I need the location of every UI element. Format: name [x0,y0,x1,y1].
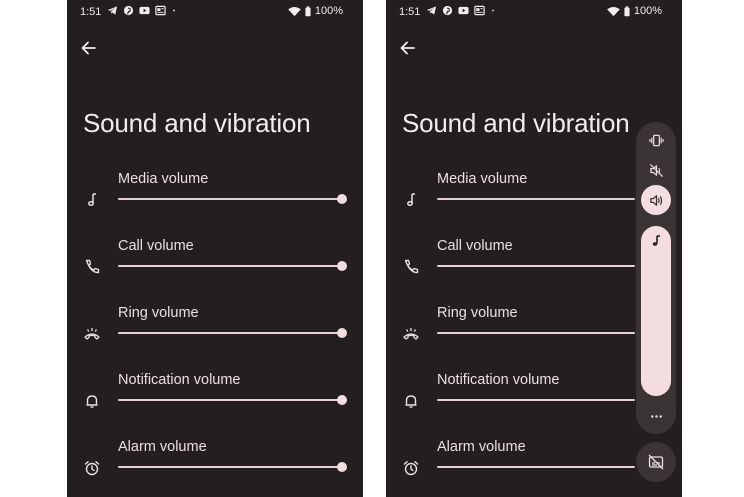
live-caption-off-icon [648,454,664,470]
alarm-icon [403,461,419,476]
music-note-icon [88,193,96,207]
phone-icon [85,259,100,274]
notification-icons [107,5,177,16]
notification-volume-label: Notification volume [437,372,560,388]
alarm-volume-label: Alarm volume [437,439,526,455]
alarm-volume-label: Alarm volume [118,439,207,455]
notification-volume-row: Notification volume [67,372,363,422]
notification-volume-slider[interactable] [437,399,635,401]
mute-icon [649,163,663,177]
wifi-icon [288,6,301,16]
media-volume-slider[interactable] [437,198,635,200]
ring-volume-thumb[interactable] [337,328,347,338]
mute-button[interactable] [644,158,668,182]
call-volume-slider[interactable] [437,265,635,267]
notification-volume-label: Notification volume [118,372,241,388]
media-volume-vertical-slider[interactable] [641,226,671,396]
call-volume-label: Call volume [437,238,513,254]
ring-volume-label: Ring volume [437,305,518,321]
news-icon [155,5,166,16]
ringer-icon [84,328,100,340]
more-notifications-dot-icon [492,9,494,12]
pinterest-icon [123,5,134,16]
battery-percent: 100% [314,5,343,17]
bell-icon [86,395,98,408]
status-time: 1:51 [80,6,102,18]
sound-on-button[interactable] [641,185,671,215]
pinterest-icon [442,5,453,16]
volume-panel [636,122,676,434]
ring-volume-label: Ring volume [118,305,199,321]
music-note-icon [407,193,415,207]
live-caption-button[interactable] [636,442,676,482]
battery-icon [624,5,630,16]
battery-icon [305,5,311,16]
status-right: 100% [288,5,343,17]
media-volume-label: Media volume [118,171,209,187]
telegram-icon [426,6,437,15]
back-arrow-icon[interactable] [79,38,99,58]
alarm-volume-row: Alarm volume [67,439,363,489]
battery-percent: 100% [633,5,662,17]
bell-icon [405,395,417,408]
ring-volume-slider[interactable] [437,332,635,334]
more-dots-icon [650,414,662,418]
notification-volume-slider[interactable] [118,395,347,405]
telegram-icon [107,6,118,15]
page-title: Sound and vibration [402,108,630,138]
media-volume-label: Media volume [437,171,528,187]
phone-icon [404,259,419,274]
call-volume-row: Call volume [67,238,363,288]
more-notifications-dot-icon [173,9,175,12]
alarm-volume-thumb[interactable] [337,462,347,472]
notification-icons [426,5,496,16]
alarm-volume-slider[interactable] [437,466,635,468]
news-icon [474,5,485,16]
page-title: Sound and vibration [83,108,311,138]
phone-screen-right: 1:51 100% Sound and vibration Media volu… [386,0,682,497]
volume-settings-button[interactable] [644,404,668,428]
phone-screen-left: 1:51 100% Sound and vibration Media volu… [67,0,363,497]
notification-volume-thumb[interactable] [337,395,347,405]
media-volume-slider[interactable] [118,194,347,204]
music-note-icon [652,235,660,246]
ringer-icon [403,328,419,340]
sound-on-icon [649,194,662,206]
alarm-icon [84,461,100,476]
status-time: 1:51 [399,6,421,18]
status-bar: 1:51 100% [386,0,682,24]
status-bar: 1:51 100% [67,0,363,24]
back-arrow-icon[interactable] [398,38,418,58]
status-right: 100% [607,5,662,17]
wifi-icon [607,6,620,16]
vibrate-button[interactable] [644,128,668,152]
alarm-volume-slider[interactable] [118,462,347,472]
media-volume-thumb[interactable] [337,194,347,204]
call-volume-thumb[interactable] [337,261,347,271]
media-volume-row: Media volume [67,171,363,221]
call-volume-label: Call volume [118,238,194,254]
call-volume-slider[interactable] [118,261,347,271]
ring-volume-row: Ring volume [67,305,363,355]
ring-volume-slider[interactable] [118,328,347,338]
vibrate-icon [648,134,664,146]
youtube-icon [458,6,469,15]
youtube-icon [139,6,150,15]
